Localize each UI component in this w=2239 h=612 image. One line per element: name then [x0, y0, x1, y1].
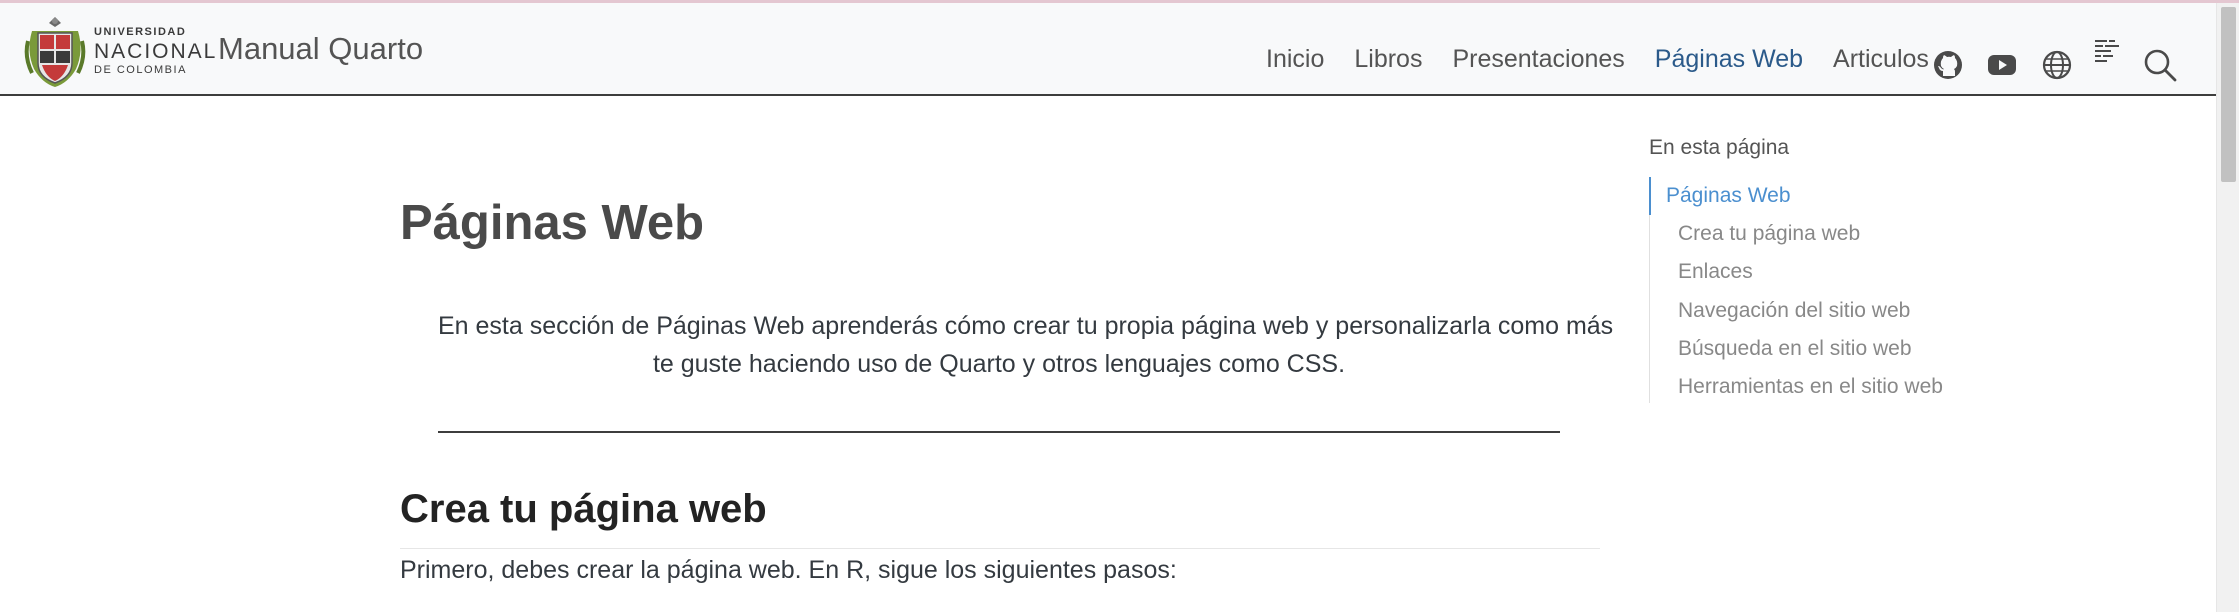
nav-link-inicio[interactable]: Inicio [1266, 45, 1324, 74]
toc-item-paginas-web[interactable]: Páginas Web [1666, 184, 1791, 208]
intro-paragraph: En esta sección de Páginas Web aprenderá… [438, 307, 1614, 383]
site-title[interactable]: Manual Quarto [218, 31, 423, 67]
toc-title: En esta página [1649, 136, 1790, 159]
nav-link-presentaciones[interactable]: Presentaciones [1452, 45, 1624, 74]
nav-link-libros[interactable]: Libros [1354, 45, 1422, 74]
toc-item-enlaces[interactable]: Enlaces [1678, 260, 1753, 284]
scrollbar-thumb[interactable] [2221, 7, 2236, 182]
logo-text: UNIVERSIDAD NACIONAL DE COLOMBIA [94, 25, 218, 76]
youtube-icon[interactable] [1986, 49, 2018, 81]
github-icon[interactable] [1932, 49, 1964, 81]
list-icon[interactable] [2093, 37, 2125, 69]
navbar: UNIVERSIDAD NACIONAL DE COLOMBIA Manual … [0, 3, 2216, 96]
nav-links: Inicio Libros Presentaciones Páginas Web… [1266, 45, 1959, 74]
logo-line2: NACIONAL [94, 39, 218, 63]
intro-line-1: En esta sección de Páginas Web aprenderá… [438, 312, 1614, 340]
globe-icon[interactable] [2041, 49, 2073, 81]
brand[interactable]: UNIVERSIDAD NACIONAL DE COLOMBIA [24, 11, 217, 91]
toc-item-herramientas[interactable]: Herramientas en el sitio web [1678, 375, 1943, 399]
intro-line-2: te guste haciendo uso de Quarto y otros … [652, 350, 1346, 378]
logo-line1: UNIVERSIDAD [94, 25, 187, 38]
toc-item-navegacion[interactable]: Navegación del sitio web [1678, 299, 1910, 323]
table-of-contents: Páginas Web Crea tu página web Enlaces N… [1649, 177, 1943, 403]
nav-link-articulos[interactable]: Articulos [1833, 45, 1929, 74]
logo-line3: DE COLOMBIA [94, 63, 187, 76]
section-divider [438, 431, 1560, 433]
heading-underline [400, 548, 1600, 549]
page-title: Páginas Web [400, 196, 705, 250]
toc-item-busqueda[interactable]: Búsqueda en el sitio web [1678, 337, 1912, 361]
toc-active-indicator [1649, 177, 1651, 215]
page-scrollbar[interactable] [2216, 3, 2239, 612]
nav-link-paginas-web[interactable]: Páginas Web [1655, 45, 1803, 74]
search-icon[interactable] [2142, 47, 2178, 83]
toc-item-crea-tu-pagina[interactable]: Crea tu página web [1678, 222, 1860, 246]
section-heading: Crea tu página web [400, 487, 767, 531]
university-logo [24, 17, 86, 87]
section-paragraph: Primero, debes crear la página web. En R… [400, 556, 1177, 584]
